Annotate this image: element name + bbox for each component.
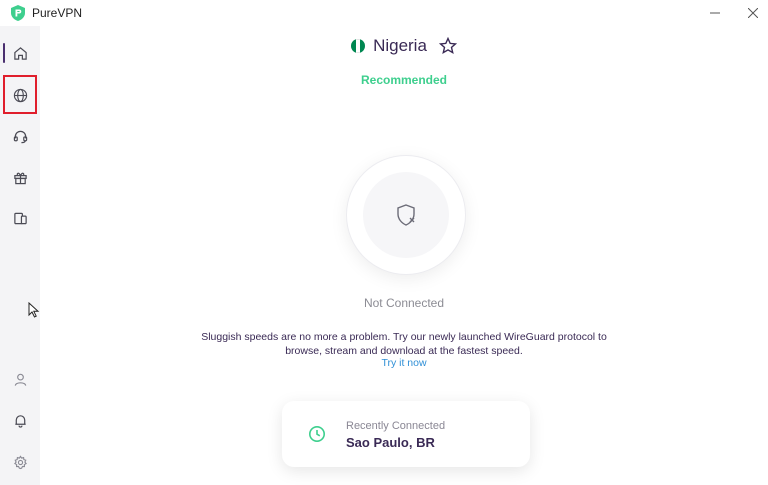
recent-label: Recently Connected <box>346 420 446 432</box>
home-icon <box>13 46 27 60</box>
recommended-badge: Recommended <box>360 73 448 87</box>
minimize-icon <box>710 12 720 14</box>
connect-button[interactable] <box>347 156 465 274</box>
active-indicator <box>3 43 5 63</box>
recently-connected-card[interactable]: Recently Connected Sao Paulo, BR <box>282 401 530 467</box>
mouse-cursor-icon <box>28 302 40 318</box>
promo-text: Sluggish speeds are no more a problem. T… <box>201 331 607 357</box>
connect-button-inner <box>363 172 449 258</box>
sidebar-item-settings[interactable] <box>3 444 37 480</box>
close-button[interactable] <box>735 0 768 26</box>
purevpn-logo-icon <box>11 5 25 21</box>
bell-icon <box>14 414 26 428</box>
gear-icon <box>13 454 27 469</box>
title-bar: PureVPN <box>0 0 768 26</box>
recent-location: Sao Paulo, BR <box>346 435 435 450</box>
gift-icon <box>13 172 27 184</box>
nigeria-flag-icon <box>351 39 366 53</box>
star-icon[interactable] <box>438 37 457 55</box>
connection-status: Not Connected <box>363 296 445 310</box>
highlight-box <box>3 75 37 114</box>
sidebar-item-offers[interactable] <box>3 159 37 195</box>
minimize-button[interactable] <box>697 0 733 26</box>
country-name: Nigeria <box>373 36 427 55</box>
headset-icon <box>13 130 27 143</box>
devices-icon <box>13 212 27 224</box>
location-selector[interactable]: Nigeria <box>40 34 768 58</box>
sidebar-item-notifications[interactable] <box>3 402 37 438</box>
user-icon <box>14 373 26 386</box>
clock-icon <box>309 426 325 442</box>
app-title: PureVPN <box>32 6 83 20</box>
shield-x-icon <box>397 204 415 226</box>
sidebar-item-account[interactable] <box>3 361 37 397</box>
close-icon <box>748 8 758 18</box>
sidebar-item-support[interactable] <box>3 118 37 154</box>
sidebar-item-home[interactable] <box>3 35 37 71</box>
sidebar-item-devices[interactable] <box>3 200 37 236</box>
main-panel: Nigeria Recommended Not Connected Sluggi… <box>40 26 768 485</box>
try-it-now-link[interactable]: Try it now <box>40 357 768 369</box>
